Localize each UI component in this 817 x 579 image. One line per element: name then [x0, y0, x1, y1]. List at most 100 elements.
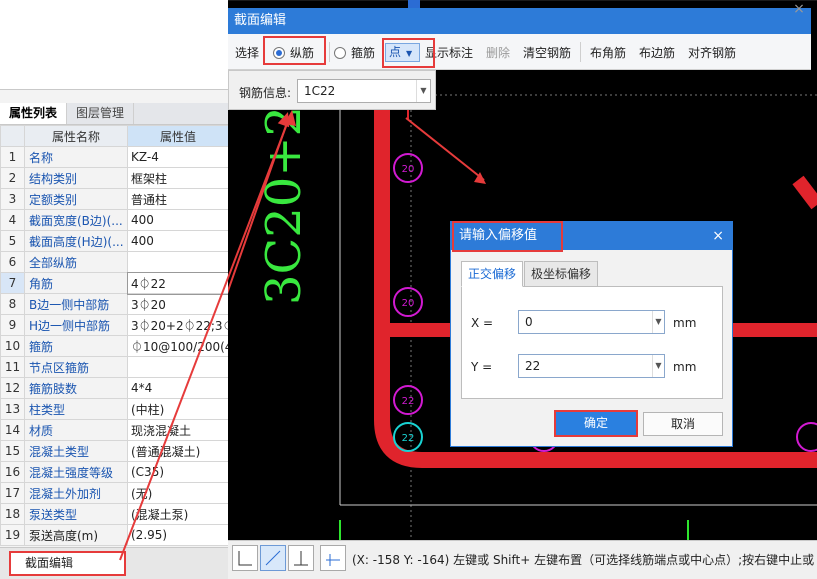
- property-value[interactable]: 4⏀22: [126, 271, 230, 295]
- header-name: 属性名称: [24, 125, 128, 147]
- property-value[interactable]: (中柱): [127, 398, 229, 420]
- property-value[interactable]: (2.95): [127, 524, 229, 546]
- property-name: 全部纵筋: [24, 251, 128, 273]
- chevron-down-icon: ▼: [416, 80, 430, 102]
- table-row[interactable]: 16 混凝土强度等级 (C35): [0, 461, 229, 483]
- chevron-down-icon: ▼: [652, 355, 664, 377]
- row-index: 15: [0, 440, 25, 462]
- property-value[interactable]: 框架柱: [127, 167, 229, 189]
- table-row[interactable]: 15 混凝土类型 (普通混凝土): [0, 440, 229, 462]
- tab-layer-manager[interactable]: 图层管理: [67, 103, 135, 124]
- table-row[interactable]: 5 截面高度(H边)(... 400: [0, 230, 229, 252]
- rebar-label: 20: [402, 298, 415, 309]
- table-row[interactable]: 12 箍筋肢数 4*4: [0, 377, 229, 399]
- toolbar-separator: [329, 42, 330, 62]
- property-value[interactable]: [127, 356, 229, 378]
- x-input[interactable]: 0 ▼: [518, 310, 665, 334]
- table-row[interactable]: 9 H边一侧中部筋 3⏀20+2⏀22;3⏀: [0, 314, 229, 336]
- property-value[interactable]: 4*4: [127, 377, 229, 399]
- rebar-info-bar: 钢筋信息: 1C22 ▼: [228, 70, 436, 110]
- rebar-label: 20: [402, 164, 415, 175]
- table-row[interactable]: 14 材质 现浇混凝土: [0, 419, 229, 441]
- tab-property-list[interactable]: 属性列表: [0, 103, 68, 124]
- tab-orthogonal-offset[interactable]: 正交偏移: [461, 261, 524, 287]
- property-value[interactable]: 400: [127, 230, 229, 252]
- property-name: 柱类型: [24, 398, 128, 420]
- dialog-close-icon[interactable]: ×: [790, 0, 808, 18]
- property-value[interactable]: 普通柱: [127, 188, 229, 210]
- property-value[interactable]: 3⏀20+2⏀22;3⏀: [127, 314, 229, 336]
- row-index: 5: [0, 230, 25, 252]
- table-row[interactable]: 11 节点区箍筋: [0, 356, 229, 378]
- panel-top-area: [0, 0, 228, 90]
- property-name: 截面高度(H边)(...: [24, 230, 128, 252]
- property-name: 箍筋: [24, 335, 128, 357]
- table-row[interactable]: 3 定额类别 普通柱: [0, 188, 229, 210]
- tab-section-edit[interactable]: 截面编辑: [9, 551, 126, 576]
- table-row[interactable]: 2 结构类别 框架柱: [0, 167, 229, 189]
- select-label[interactable]: 选择: [235, 44, 259, 61]
- table-row[interactable]: 8 B边一侧中部筋 3⏀20: [0, 293, 229, 315]
- ortho-icon[interactable]: [232, 545, 258, 571]
- property-name: 混凝土外加剂: [24, 482, 128, 504]
- table-row[interactable]: 18 泵送类型 (混凝土泵): [0, 503, 229, 525]
- table-row[interactable]: 17 混凝土外加剂 (无): [0, 482, 229, 504]
- row-index: 3: [0, 188, 25, 210]
- row-index: 19: [0, 524, 25, 546]
- close-icon[interactable]: ×: [712, 222, 724, 250]
- property-value[interactable]: (C35): [127, 461, 229, 483]
- property-value[interactable]: [127, 251, 229, 273]
- offset-icon[interactable]: [320, 545, 346, 571]
- property-value[interactable]: KZ-4: [127, 146, 229, 168]
- property-name: 混凝土类型: [24, 440, 128, 462]
- property-value[interactable]: 3⏀20: [127, 293, 229, 315]
- property-value[interactable]: 现浇混凝土: [127, 419, 229, 441]
- rebar-circle[interactable]: [796, 422, 817, 452]
- y-value: 22: [525, 359, 541, 373]
- chevron-down-icon: ▼: [652, 311, 664, 333]
- radio-stirrup[interactable]: 箍筋: [334, 44, 375, 61]
- panel-tabs: 属性列表 图层管理: [0, 103, 228, 125]
- property-value[interactable]: 400: [127, 209, 229, 231]
- property-value[interactable]: (普通混凝土): [127, 440, 229, 462]
- property-name: 定额类别: [24, 188, 128, 210]
- edge-rebar-button[interactable]: 布边筋: [639, 44, 675, 61]
- table-row[interactable]: 4 截面宽度(B边)(... 400: [0, 209, 229, 231]
- corner-rebar-button[interactable]: 布角筋: [590, 44, 626, 61]
- align-rebar-button[interactable]: 对齐钢筋: [688, 44, 736, 61]
- highlight-point: [382, 38, 435, 68]
- snap-line-icon[interactable]: [260, 545, 286, 571]
- table-row[interactable]: 7 角筋 4⏀22: [0, 271, 230, 295]
- property-value[interactable]: (无): [127, 482, 229, 504]
- app-root: 属性列表 图层管理 属性名称 属性值 1 名称 KZ-4 2 结构类别 框架柱 3 定额类别普…: [0, 0, 817, 579]
- tab-polar-offset[interactable]: 极坐标偏移: [524, 261, 599, 287]
- x-label: X =: [471, 316, 494, 330]
- cancel-button[interactable]: 取消: [643, 412, 723, 436]
- table-row[interactable]: 19 泵送高度(m) (2.95): [0, 524, 229, 546]
- table-row[interactable]: 6 全部纵筋: [0, 251, 229, 273]
- ok-button[interactable]: 确定: [554, 410, 638, 437]
- toolbar-separator: [580, 42, 581, 62]
- rebar-info-select[interactable]: 1C22 ▼: [297, 79, 431, 103]
- property-value[interactable]: (混凝土泵): [127, 503, 229, 525]
- row-index: 14: [0, 419, 25, 441]
- property-name: 泵送高度(m): [24, 524, 128, 546]
- row-index: 7: [0, 272, 25, 294]
- row-index: 17: [0, 482, 25, 504]
- table-row[interactable]: 10 箍筋 ⏀10@100/200(4: [0, 335, 229, 357]
- property-value[interactable]: ⏀10@100/200(4: [127, 335, 229, 357]
- radio-stirrup-label: 箍筋: [351, 46, 376, 60]
- perpendicular-icon[interactable]: [288, 545, 314, 571]
- highlight-longitudinal: [263, 36, 326, 65]
- property-name: B边一侧中部筋: [24, 293, 128, 315]
- row-index: 13: [0, 398, 25, 420]
- table-row[interactable]: 13 柱类型 (中柱): [0, 398, 229, 420]
- y-input[interactable]: 22 ▼: [518, 354, 665, 378]
- delete-button[interactable]: 删除: [486, 44, 510, 61]
- property-name: 泵送类型: [24, 503, 128, 525]
- table-row[interactable]: 1 名称 KZ-4: [0, 146, 229, 168]
- row-index: 10: [0, 335, 25, 357]
- property-table: 属性名称 属性值 1 名称 KZ-4 2 结构类别 框架柱 3 定额类别 普通柱 4 截面宽度(B边…: [0, 125, 230, 546]
- clear-rebar-button[interactable]: 清空钢筋: [523, 44, 571, 61]
- y-unit: mm: [673, 360, 697, 374]
